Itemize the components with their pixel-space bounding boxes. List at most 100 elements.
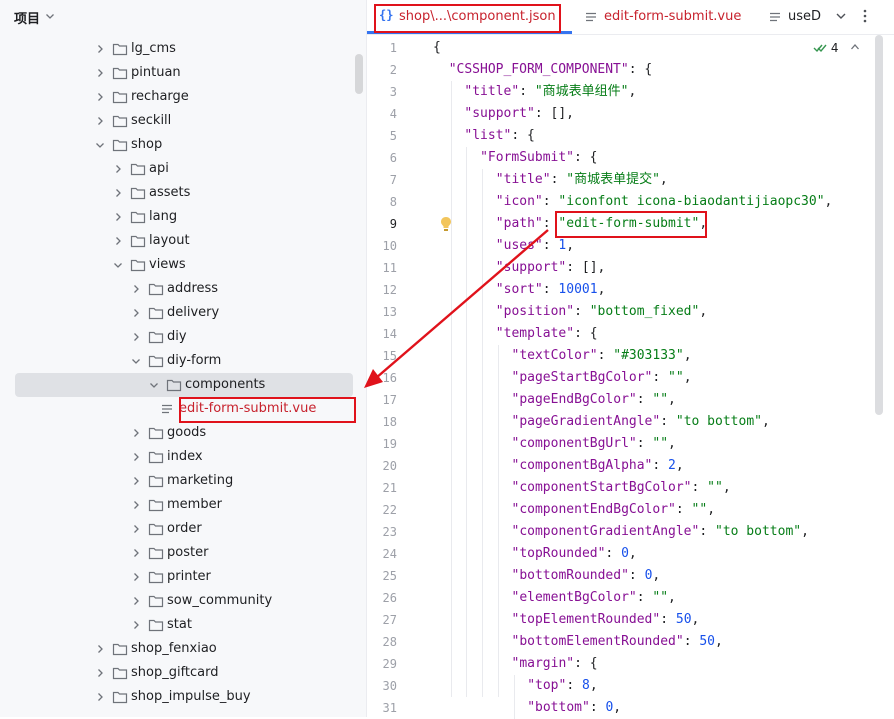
json-key: "path" [495,216,543,231]
code-line[interactable]: "elementBgColor": "", [512,587,676,609]
chevron-right-icon[interactable] [94,67,106,79]
chevron-right-icon[interactable] [130,451,142,463]
chevron-down-icon[interactable] [112,259,124,271]
code-line[interactable]: "componentBgUrl": "", [512,433,676,455]
tree-folder-item[interactable]: lg_cms [0,37,366,61]
code-line[interactable]: "pageStartBgColor": "", [512,367,692,389]
chevron-right-icon[interactable] [94,43,106,55]
tree-folder-item[interactable]: diy-form [0,349,366,373]
chevron-down-icon[interactable] [835,10,847,22]
code-line[interactable]: "componentStartBgColor": "", [512,477,731,499]
tree-folder-item[interactable]: shop [0,133,366,157]
code-line[interactable]: "topRounded": 0, [512,543,637,565]
code-line[interactable]: "title": "商城表单提交", [496,169,668,191]
tree-folder-item[interactable]: member [0,493,366,517]
tree-folder-item[interactable]: api [0,157,366,181]
code-line[interactable]: "bottom": 0, [527,697,621,719]
json-punctuation: : [597,348,614,363]
project-panel-title[interactable]: 项目 [14,8,40,27]
tree-folder-item[interactable]: printer [0,565,366,589]
tab-used[interactable]: useD [765,0,825,34]
code-line[interactable]: "template": { [496,323,598,345]
tree-folder-item[interactable]: order [0,517,366,541]
code-line[interactable]: "support": [], [464,103,574,125]
code-line[interactable]: { [433,37,441,59]
chevron-right-icon[interactable] [112,187,124,199]
more-vertical-icon[interactable] [862,9,868,23]
chevron-right-icon[interactable] [130,499,142,511]
chevron-right-icon[interactable] [94,91,106,103]
chevron-up-icon[interactable] [850,42,860,52]
tree-folder-item[interactable]: sow_community [0,589,366,613]
code-line[interactable]: "sort": 10001, [496,279,606,301]
code-line[interactable]: "icon": "iconfont icona-biaodantijiaopc3… [496,191,833,213]
tree-folder-item[interactable]: shop_impulse_buy [0,685,366,709]
code-line[interactable]: "pageGradientAngle": "to bottom", [512,411,770,433]
code-line[interactable]: "componentGradientAngle": "to bottom", [512,521,809,543]
chevron-right-icon[interactable] [130,307,142,319]
chevron-down-icon[interactable] [148,379,160,391]
tree-folder-item[interactable]: address [0,277,366,301]
editor-scrollbar[interactable] [875,35,883,415]
code-line[interactable]: "pageEndBgColor": "", [512,389,676,411]
chevron-right-icon[interactable] [130,619,142,631]
chevron-right-icon[interactable] [130,523,142,535]
code-line[interactable]: "topElementRounded": 50, [512,609,700,631]
tree-folder-item[interactable]: index [0,445,366,469]
chevron-right-icon[interactable] [94,691,106,703]
tree-item-label: lg_cms [131,41,176,56]
chevron-right-icon[interactable] [130,475,142,487]
code-line[interactable]: "componentBgAlpha": 2, [512,455,684,477]
chevron-right-icon[interactable] [112,163,124,175]
code-line[interactable]: "CSSHOP_FORM_COMPONENT": { [449,59,653,81]
tree-folder-item[interactable]: delivery [0,301,366,325]
chevron-right-icon[interactable] [112,211,124,223]
chevron-right-icon[interactable] [130,595,142,607]
tree-folder-item[interactable]: lang [0,205,366,229]
tree-item-label: pintuan [131,65,181,80]
tree-folder-item[interactable]: marketing [0,469,366,493]
chevron-down-icon[interactable] [130,355,142,367]
code-line[interactable]: "list": { [464,125,534,147]
tree-folder-item[interactable]: layout [0,229,366,253]
code-line[interactable]: "componentEndBgColor": "", [512,499,716,521]
code-line[interactable]: "FormSubmit": { [480,147,597,169]
tree-folder-item[interactable]: components [0,373,366,397]
tree-folder-item[interactable]: shop_fenxiao [0,637,366,661]
tree-folder-item[interactable]: recharge [0,85,366,109]
code-line[interactable]: "position": "bottom_fixed", [496,301,707,323]
tree-folder-item[interactable]: assets [0,181,366,205]
code-line[interactable]: "margin": { [512,653,598,675]
chevron-right-icon[interactable] [130,283,142,295]
tree-folder-item[interactable]: goods [0,421,366,445]
chevron-down-icon[interactable] [44,10,56,22]
chevron-down-icon[interactable] [94,139,106,151]
tree-folder-item[interactable]: views [0,253,366,277]
code-line[interactable]: "uses": 1, [496,235,574,257]
code-line[interactable]: "title": "商城表单组件", [464,81,636,103]
code-line[interactable]: "bottomElementRounded": 50, [512,631,723,653]
tree-folder-item[interactable]: shop_giftcard [0,661,366,685]
project-scrollbar[interactable] [355,54,363,94]
json-punctuation: , [628,546,637,561]
inspection-widget[interactable]: 4 [813,41,884,55]
chevron-right-icon[interactable] [94,667,106,679]
chevron-right-icon[interactable] [130,331,142,343]
tab-edit-form-submit[interactable]: edit-form-submit.vue [581,0,751,34]
code-line[interactable]: "support": [], [496,257,606,279]
code-line[interactable]: "textColor": "#303133", [512,345,692,367]
tree-folder-item[interactable]: pintuan [0,61,366,85]
tree-folder-item[interactable]: stat [0,613,366,637]
tree-folder-item[interactable]: diy [0,325,366,349]
lightbulb-icon[interactable] [440,216,452,232]
chevron-right-icon[interactable] [130,571,142,583]
chevron-right-icon[interactable] [112,235,124,247]
code-line[interactable]: "top": 8, [527,675,597,697]
chevron-right-icon[interactable] [130,427,142,439]
chevron-right-icon[interactable] [94,115,106,127]
tree-folder-item[interactable]: poster [0,541,366,565]
chevron-right-icon[interactable] [130,547,142,559]
chevron-right-icon[interactable] [94,643,106,655]
code-line[interactable]: "bottomRounded": 0, [512,565,661,587]
tree-folder-item[interactable]: seckill [0,109,366,133]
